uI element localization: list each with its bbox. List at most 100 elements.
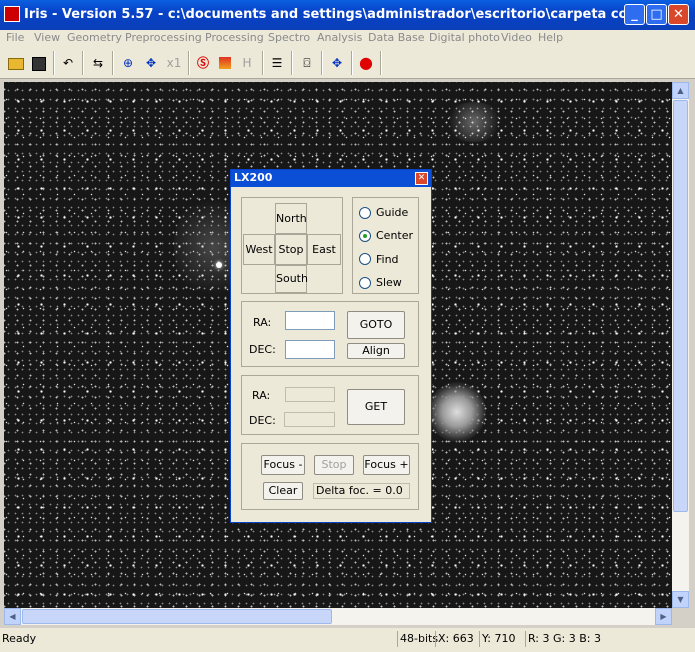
record-button[interactable]: ●: [355, 52, 377, 74]
radio-guide-label: Guide: [376, 206, 409, 219]
focus-plus-button[interactable]: Focus +: [363, 455, 410, 475]
get-button[interactable]: GET: [347, 389, 405, 425]
save-button[interactable]: [28, 52, 50, 74]
maximize-button[interactable]: □: [646, 4, 667, 25]
target-button[interactable]: ✥: [326, 52, 348, 74]
close-button[interactable]: ✕: [668, 4, 689, 25]
lx200-title: LX200: [234, 171, 273, 184]
get-dec-field: [284, 412, 335, 427]
focus-group: Focus - Stop Focus + Clear Delta foc. = …: [241, 443, 419, 510]
east-button[interactable]: East: [307, 234, 341, 265]
menu-video[interactable]: Video: [501, 31, 532, 44]
minimize-button[interactable]: _: [624, 4, 645, 25]
chevron-up-icon: ▲: [677, 86, 684, 95]
radio-slew-label: Slew: [376, 276, 402, 289]
list-button[interactable]: ☰: [266, 52, 288, 74]
vertical-scroll-thumb[interactable]: [673, 100, 688, 512]
minimize-icon: _: [631, 7, 638, 22]
radio-slew[interactable]: [359, 277, 371, 289]
south-button[interactable]: South: [275, 265, 308, 293]
camera-button[interactable]: ⌼: [296, 52, 318, 74]
list-icon: ☰: [271, 56, 283, 70]
get-group: RA: DEC: GET: [241, 375, 419, 435]
lx200-title-bar: LX200 ✕: [231, 170, 431, 187]
x1-icon: x1: [166, 56, 182, 70]
color-icon: [219, 57, 231, 69]
horizontal-scrollbar[interactable]: ◀ ▶: [4, 608, 672, 625]
menu-analysis[interactable]: Analysis: [317, 31, 362, 44]
goto-ra-input[interactable]: [285, 311, 335, 330]
nebula: [428, 382, 486, 442]
bright-star: [216, 262, 222, 268]
goto-ra-label: RA:: [253, 316, 272, 329]
s-icon: Ⓢ: [196, 56, 209, 70]
west-button[interactable]: West: [243, 234, 275, 265]
radio-center[interactable]: [359, 230, 371, 242]
scroll-up-button[interactable]: ▲: [672, 82, 689, 99]
menu-geometry[interactable]: Geometry: [67, 31, 122, 44]
menu-spectro[interactable]: Spectro: [268, 31, 310, 44]
menu-help[interactable]: Help: [538, 31, 563, 44]
radio-find-label: Find: [376, 253, 399, 266]
horizontal-scroll-thumb[interactable]: [22, 609, 332, 624]
status-ready: Ready: [2, 632, 37, 645]
focus-stop-button[interactable]: Stop: [314, 455, 354, 475]
lx200-close-button[interactable]: ✕: [415, 172, 428, 185]
get-ra-field: [285, 387, 335, 402]
flip-button[interactable]: ⇆: [87, 52, 109, 74]
radio-center-label: Center: [376, 229, 414, 242]
star-cluster: [444, 102, 504, 142]
move-button[interactable]: ✥: [140, 52, 162, 74]
title-bar: Iris - Version 5.57 - c:\documents and s…: [0, 0, 695, 30]
goto-group: RA: DEC: GOTO Align: [241, 301, 419, 367]
scroll-right-button[interactable]: ▶: [655, 608, 672, 625]
save-icon: [32, 57, 46, 71]
color-button[interactable]: [214, 52, 236, 74]
h-button[interactable]: H: [236, 52, 258, 74]
menu-processing[interactable]: Processing: [205, 31, 264, 44]
close-icon: ✕: [673, 7, 684, 22]
direction-group: North West Stop East South: [241, 197, 343, 294]
camera-icon: ⌼: [303, 56, 311, 70]
s-button[interactable]: Ⓢ: [192, 52, 214, 74]
vertical-scrollbar[interactable]: ▲ ▼: [672, 82, 689, 608]
status-bar: Ready 48-bits X: 663 Y: 710 R: 3 G: 3 B:…: [0, 628, 695, 652]
close-icon: ✕: [417, 173, 426, 183]
get-dec-label: DEC:: [249, 414, 276, 427]
speed-group: Guide Center Find Slew: [352, 197, 419, 294]
status-rgb: R: 3 G: 3 B: 3: [525, 631, 605, 647]
north-button[interactable]: North: [275, 203, 307, 234]
status-y: Y: 710: [479, 631, 525, 647]
undo-button[interactable]: ↶: [57, 52, 79, 74]
status-bits: 48-bits: [397, 631, 438, 647]
chevron-left-icon: ◀: [9, 612, 16, 621]
x1-button[interactable]: x1: [163, 52, 185, 74]
radio-guide[interactable]: [359, 207, 371, 219]
scroll-down-button[interactable]: ▼: [672, 591, 689, 608]
scroll-left-button[interactable]: ◀: [4, 608, 21, 625]
menu-file[interactable]: File: [6, 31, 24, 44]
status-x: X: 663: [435, 631, 479, 647]
clear-button[interactable]: Clear: [263, 482, 303, 500]
move-icon: ✥: [145, 56, 157, 70]
window-title: Iris - Version 5.57 - c:\documents and s…: [24, 7, 624, 22]
focus-minus-button[interactable]: Focus -: [261, 455, 305, 475]
open-button[interactable]: [5, 52, 27, 74]
zoom-button[interactable]: ⊕: [117, 52, 139, 74]
record-icon: ●: [359, 53, 373, 72]
goto-button[interactable]: GOTO: [347, 311, 405, 339]
lx200-dialog: LX200 ✕ North West Stop East South Guide…: [230, 169, 432, 523]
menu-preprocessing[interactable]: Preprocessing: [125, 31, 202, 44]
goto-dec-label: DEC:: [249, 343, 276, 356]
menu-data-base[interactable]: Data Base: [368, 31, 425, 44]
goto-dec-input[interactable]: [285, 340, 335, 359]
chevron-down-icon: ▼: [677, 595, 684, 604]
h-icon: H: [242, 56, 252, 70]
maximize-icon: □: [650, 7, 663, 22]
delta-focus-readout: Delta foc. = 0.0: [313, 483, 410, 499]
stop-direction-button[interactable]: Stop: [275, 234, 307, 265]
menu-digital-photo[interactable]: Digital photo: [429, 31, 500, 44]
radio-find[interactable]: [359, 253, 371, 265]
align-button[interactable]: Align: [347, 343, 405, 359]
menu-view[interactable]: View: [34, 31, 60, 44]
